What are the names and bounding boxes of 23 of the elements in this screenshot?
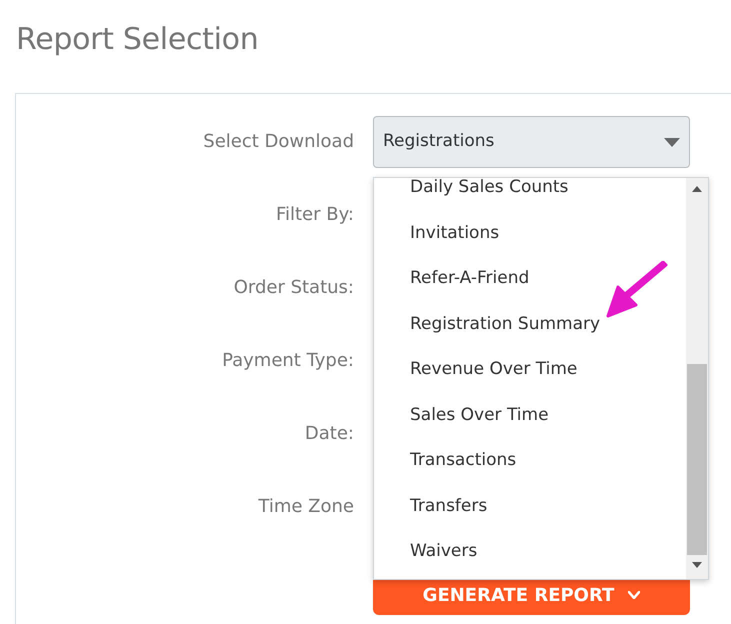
field-label: Select Download: [202, 130, 354, 154]
scrollbar[interactable]: [686, 178, 708, 579]
page-title: Report Selection: [16, 21, 258, 59]
field-label: Date:: [304, 422, 354, 446]
download-select[interactable]: Registrations: [373, 116, 690, 168]
dropdown-option[interactable]: Transactions: [374, 438, 686, 484]
caret-down-icon: [628, 591, 640, 599]
dropdown-option[interactable]: Invitations: [374, 210, 686, 256]
dropdown-option[interactable]: Revenue Over Time: [374, 347, 686, 392]
dropdown-option[interactable]: Sales Over Time: [374, 392, 686, 438]
dropdown-option[interactable]: Registration Summary: [374, 302, 686, 347]
field-label: Time Zone: [257, 495, 354, 519]
dropdown-option[interactable]: Daily Sales Counts: [374, 178, 686, 210]
caret-down-icon: [664, 138, 680, 146]
dropdown-option[interactable]: Refer-A-Friend: [374, 256, 686, 302]
field-label: Payment Type:: [221, 349, 354, 373]
scroll-up-icon[interactable]: [692, 186, 702, 192]
dropdown-option[interactable]: Transfers: [374, 484, 686, 529]
field-label: Order Status:: [232, 276, 354, 300]
pointer-arrow-icon: [606, 261, 670, 319]
scrollbar-thumb[interactable]: [687, 364, 707, 555]
field-label: Filter By:: [274, 203, 354, 227]
scroll-down-icon[interactable]: [692, 562, 702, 568]
